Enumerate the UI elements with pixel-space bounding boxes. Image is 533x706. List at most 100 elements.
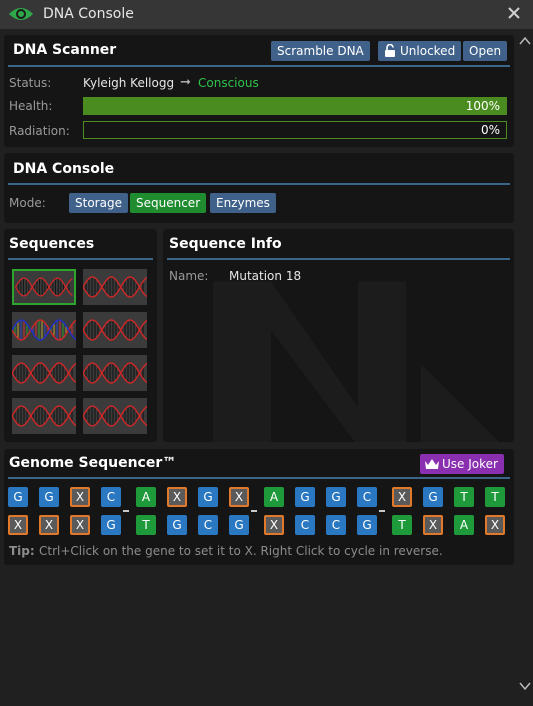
gene-bottom[interactable]: X (70, 515, 90, 535)
gene-bottom[interactable]: X (8, 515, 28, 535)
close-icon[interactable] (505, 4, 523, 22)
gene-bottom[interactable]: G (357, 515, 377, 535)
dna-helix-icon (82, 319, 148, 341)
health-bar: 100% (83, 97, 507, 115)
dna-helix-icon (11, 405, 77, 427)
sequence-info-panel: Sequence Info Name: Mutation 18 (163, 229, 514, 442)
gene-bottom[interactable]: G (167, 515, 187, 535)
eye-icon (9, 8, 33, 20)
dna-helix-icon (82, 405, 148, 427)
gene-bottom[interactable]: G (101, 515, 121, 535)
window-title: DNA Console (43, 6, 134, 22)
status-label: Status: (9, 76, 52, 90)
gene-top[interactable]: X (392, 487, 412, 507)
gene-bottom[interactable]: X (264, 515, 284, 535)
open-button[interactable]: Open (463, 41, 508, 61)
sequence-name: Mutation 18 (229, 269, 302, 283)
gene-bottom[interactable]: X (485, 515, 505, 535)
mode-storage-button[interactable]: Storage (69, 193, 128, 213)
gene-top[interactable]: G (295, 487, 315, 507)
sequence-slot[interactable] (82, 398, 148, 434)
lock-toggle-label: Unlocked (400, 44, 456, 58)
sequence-slot[interactable] (12, 269, 76, 305)
scroll-down-icon[interactable] (519, 681, 531, 691)
sequence-slot[interactable] (11, 355, 77, 391)
health-percent: 100% (465, 99, 500, 113)
gene-top[interactable]: C (101, 487, 121, 507)
sequences-panel: Sequences (4, 229, 157, 442)
gene-bottom[interactable]: A (454, 515, 474, 535)
health-bar-fill (84, 98, 506, 114)
panel-title-scanner: DNA Scanner (13, 42, 117, 58)
panel-divider (8, 477, 510, 479)
dna-console-panel: DNA Console Mode: Storage Sequencer Enzy… (4, 153, 514, 223)
genome-sequencer-panel: Genome Sequencer™ Use Joker GXGXXXCGATXG… (4, 449, 514, 565)
window-titlebar: DNA Console (0, 0, 533, 29)
dna-helix-icon (11, 362, 77, 384)
gene-bottom[interactable]: C (326, 515, 346, 535)
crown-icon (425, 459, 439, 469)
gene-top[interactable]: G (39, 487, 59, 507)
gene-bottom[interactable]: T (136, 515, 156, 535)
panel-divider (167, 258, 510, 260)
health-label: Health: (9, 99, 53, 113)
gene-bottom[interactable]: G (229, 515, 249, 535)
occupant-state: Conscious (198, 76, 259, 90)
gene-top[interactable]: X (167, 487, 187, 507)
dna-helix-icon (15, 277, 73, 297)
gene-top[interactable]: A (136, 487, 156, 507)
unlock-icon (385, 44, 395, 57)
panel-divider (8, 183, 510, 185)
scroll-up-icon[interactable] (519, 36, 531, 46)
gene-top[interactable]: C (357, 487, 377, 507)
tip-text: Ctrl+Click on the gene to set it to X. R… (39, 544, 443, 558)
gene-separator (251, 510, 257, 512)
use-joker-label: Use Joker (442, 457, 498, 471)
sequence-slot[interactable] (11, 398, 77, 434)
panel-divider (8, 258, 153, 260)
dna-helix-icon (11, 319, 77, 341)
panel-divider (8, 65, 510, 67)
sequence-slot[interactable] (82, 269, 148, 305)
dna-helix-icon (82, 362, 148, 384)
use-joker-button[interactable]: Use Joker (420, 454, 504, 474)
gene-top[interactable]: G (326, 487, 346, 507)
panel-title-console: DNA Console (13, 161, 115, 177)
mode-enzymes-button[interactable]: Enzymes (210, 193, 276, 213)
gene-top[interactable]: G (8, 487, 28, 507)
gene-top[interactable]: T (454, 487, 474, 507)
occupant-name: Kyleigh Kellogg (83, 76, 175, 90)
name-label: Name: (169, 269, 209, 283)
radiation-percent: 0% (480, 123, 500, 137)
panel-title-genome: Genome Sequencer™ (9, 455, 177, 471)
mode-label: Mode: (9, 196, 46, 210)
panel-title-sequences: Sequences (9, 236, 95, 252)
gene-top[interactable]: X (229, 487, 249, 507)
gene-bottom[interactable]: X (39, 515, 59, 535)
tip-label: Tip: (9, 544, 35, 558)
gene-top[interactable]: X (70, 487, 90, 507)
sequence-slot[interactable] (82, 355, 148, 391)
sequence-slot[interactable] (82, 312, 148, 348)
arrow-right-icon: ➞ (180, 75, 191, 90)
gene-bottom[interactable]: C (198, 515, 218, 535)
gene-separator (379, 510, 385, 512)
mode-sequencer-button[interactable]: Sequencer (130, 193, 207, 213)
watermark-logo (213, 281, 499, 442)
gene-top[interactable]: T (485, 487, 505, 507)
gene-separator (123, 510, 129, 512)
lock-toggle-button[interactable]: Unlocked (378, 41, 462, 61)
gene-top[interactable]: G (423, 487, 443, 507)
dna-helix-icon (82, 276, 148, 298)
sequence-slot[interactable] (11, 312, 77, 348)
gene-bottom[interactable]: C (295, 515, 315, 535)
gene-bottom[interactable]: T (392, 515, 412, 535)
panel-title-info: Sequence Info (169, 236, 282, 252)
dna-scanner-panel: DNA Scanner Scramble DNA Unlocked Open S… (4, 35, 514, 147)
gene-bottom[interactable]: X (423, 515, 443, 535)
radiation-label: Radiation: (9, 124, 70, 138)
gene-top[interactable]: A (264, 487, 284, 507)
radiation-bar: 0% (83, 121, 507, 139)
gene-top[interactable]: G (198, 487, 218, 507)
scramble-dna-button[interactable]: Scramble DNA (271, 41, 370, 61)
